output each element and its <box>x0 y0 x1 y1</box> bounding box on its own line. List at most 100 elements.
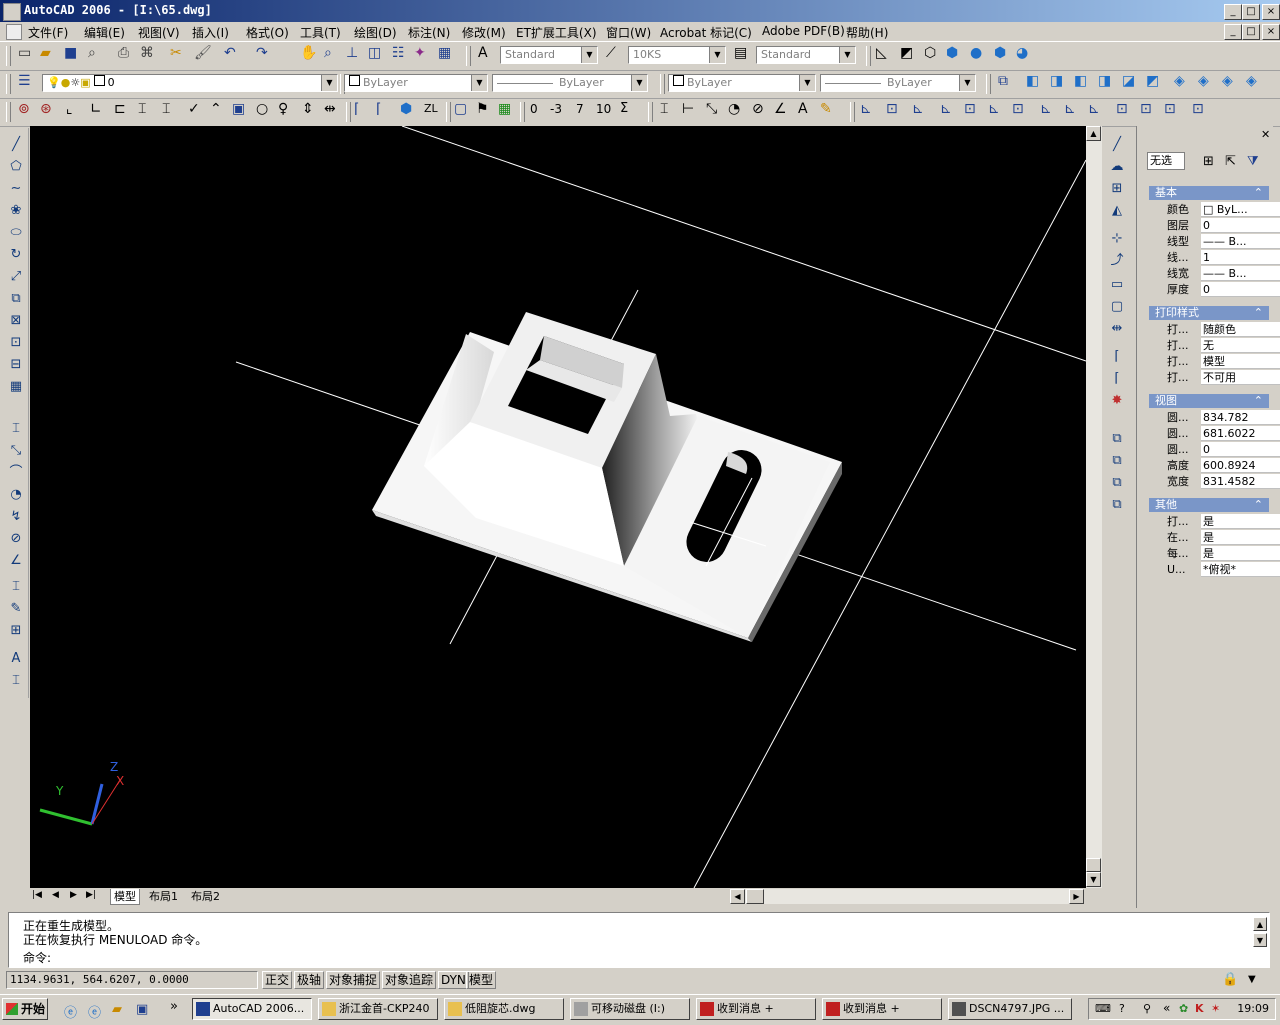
tolerance-icon[interactable]: ⊞ <box>7 622 25 640</box>
save-icon[interactable]: ■ <box>64 44 77 62</box>
layer-combo[interactable]: 💡●☼▣ 0 ▼ <box>42 74 338 92</box>
spline-icon[interactable]: ∼ <box>7 180 25 198</box>
task-message-2[interactable]: 收到消息 + <box>822 998 942 1020</box>
otrack-button[interactable]: 对象追踪 <box>382 971 437 989</box>
property-row[interactable]: 打... 模型 <box>1167 354 1280 369</box>
property-section-header[interactable]: 视图 ⌃ <box>1149 394 1269 408</box>
property-section-header[interactable]: 打印样式 ⌃ <box>1149 306 1269 320</box>
draworder-under-icon[interactable]: ⧉ <box>1108 496 1126 514</box>
property-value[interactable]: 是 <box>1201 546 1280 561</box>
tab-prev-icon[interactable]: ◀ <box>52 890 59 900</box>
doc-close-button[interactable]: × <box>1262 24 1280 40</box>
property-row[interactable]: 圆... 0 <box>1167 442 1280 457</box>
qleader-icon[interactable]: ✎ <box>7 600 25 618</box>
cmd-scroll-up-icon[interactable]: ▲ <box>1253 917 1267 931</box>
open-folder-icon[interactable]: ▰ <box>40 44 51 62</box>
scroll-right-icon[interactable]: ▶ <box>1069 889 1084 904</box>
tab-model[interactable]: 模型 <box>110 889 140 905</box>
media-icon[interactable]: ▣ <box>136 1002 148 1017</box>
ray-icon[interactable]: ╱ <box>1108 136 1126 154</box>
ucs-face-icon[interactable]: ⊾ <box>912 100 924 118</box>
property-row[interactable]: 每... 是 <box>1167 546 1280 561</box>
snap-intersection-icon[interactable]: ⊏ <box>114 100 126 118</box>
tray-expand[interactable]: « <box>1163 1001 1170 1015</box>
polar-button[interactable]: 极轴 <box>294 971 325 989</box>
ucs-object-icon[interactable]: ⊾ <box>940 100 952 118</box>
table-style-combo[interactable]: Standard ▼ <box>756 46 856 64</box>
undo-icon[interactable]: ↶ <box>224 44 236 62</box>
property-row[interactable]: 线型 —— B... <box>1167 234 1280 249</box>
menu-modify[interactable]: 修改(M) <box>462 24 506 41</box>
property-value[interactable]: 600.8924 <box>1201 458 1280 473</box>
outlook-icon[interactable]: ⓔ <box>88 1002 101 1021</box>
ucs-named-icon[interactable]: ⊡ <box>1164 100 1176 118</box>
tab-next-icon[interactable]: ▶ <box>70 890 77 900</box>
tray-connection-icon[interactable]: ⚲ <box>1143 1002 1151 1015</box>
status-menu-icon[interactable]: ▼ <box>1248 974 1256 985</box>
new-file-icon[interactable]: ▭ <box>18 44 31 62</box>
property-value[interactable]: 随颜色 <box>1201 322 1280 337</box>
lineweight-combo[interactable]: ByLayer ▼ <box>668 74 816 92</box>
cmd-scroll-down-icon[interactable]: ▼ <box>1253 933 1267 947</box>
property-value[interactable]: —— B... <box>1201 234 1280 249</box>
collapse-chevron-icon[interactable]: ⌃ <box>1254 186 1263 200</box>
doc-icon[interactable] <box>6 24 22 40</box>
temp-track-icon[interactable]: ⊚ <box>18 100 30 118</box>
property-value[interactable]: 是 <box>1201 530 1280 545</box>
menu-edit[interactable]: 编辑(E) <box>84 24 125 41</box>
toolbar-grip-layers[interactable] <box>6 74 11 94</box>
tray-help-icon[interactable]: ? <box>1119 1002 1125 1015</box>
angular-dim-icon[interactable]: ∠ <box>7 552 25 570</box>
sum-icon[interactable]: Σ <box>620 100 628 118</box>
ucs-icon[interactable]: ⊥ <box>346 44 358 62</box>
command-window[interactable]: 正在重生成模型。 正在恢复执行 MENULOAD 命令。 命令: ▲ ▼ <box>8 912 1270 968</box>
scale-icon[interactable]: ⤢ <box>7 268 25 286</box>
dim-radius-icon[interactable]: ◔ <box>728 100 740 118</box>
property-row[interactable]: 圆... 834.782 <box>1167 410 1280 425</box>
ucs-x-icon[interactable]: ⊾ <box>1064 100 1076 118</box>
property-row[interactable]: 线宽 —— B... <box>1167 266 1280 281</box>
property-row[interactable]: 宽度 831.4582 <box>1167 474 1280 489</box>
menu-adobe-pdf[interactable]: Adobe PDF(B) <box>762 24 845 38</box>
menu-file[interactable]: 文件(F) <box>28 24 68 41</box>
dim-diameter-icon[interactable]: ⊘ <box>752 100 764 118</box>
property-row[interactable]: 圆... 681.6022 <box>1167 426 1280 441</box>
property-value[interactable]: 831.4582 <box>1201 474 1280 489</box>
ucs-manager-icon[interactable]: ⊡ <box>1192 100 1204 118</box>
menu-dimension[interactable]: 标注(N) <box>408 24 450 41</box>
trim-icon[interactable]: ⊡ <box>7 334 25 352</box>
stretch-icon[interactable]: ⊠ <box>7 312 25 330</box>
linetype-combo[interactable]: ByLayer ▼ <box>492 74 648 92</box>
dim-update-icon[interactable]: ⌶ <box>7 672 25 690</box>
se-iso-icon[interactable]: ◈ <box>1198 72 1209 90</box>
fillet-icon[interactable]: ⌈ <box>354 100 359 118</box>
ellipse-icon[interactable]: ⬭ <box>7 224 25 242</box>
selection-dropdown[interactable]: 无选 <box>1147 152 1185 170</box>
render-icon[interactable]: ◕ <box>1016 44 1028 62</box>
property-value[interactable]: *俯视* <box>1201 562 1280 577</box>
table-style-icon[interactable]: ▤ <box>734 44 747 62</box>
publish-icon[interactable]: ⌘ <box>140 44 154 62</box>
property-row[interactable]: 图层 0 <box>1167 218 1280 233</box>
dim-angular-icon[interactable]: ∠ <box>774 100 787 118</box>
property-section-header[interactable]: 其他 ⌃ <box>1149 498 1269 512</box>
property-value[interactable]: 681.6022 <box>1201 426 1280 441</box>
property-value[interactable]: 834.782 <box>1201 410 1280 425</box>
doc-minimize-button[interactable]: _ <box>1224 24 1242 40</box>
dim-linear-icon[interactable]: ⌶ <box>660 100 668 118</box>
ucs-prev-icon[interactable]: ⊡ <box>886 100 898 118</box>
extend-icon[interactable]: ⊟ <box>7 356 25 374</box>
toolbar-grip-styles[interactable] <box>466 46 471 66</box>
color-combo[interactable]: ByLayer ▼ <box>344 74 488 92</box>
dim-value-1[interactable]: -3 <box>550 100 562 118</box>
tray-network-icon[interactable]: ⌨ <box>1095 1002 1111 1015</box>
task-message-1[interactable]: 收到消息 + <box>696 998 816 1020</box>
property-row[interactable]: U... *俯视* <box>1167 562 1280 577</box>
scroll-up-icon[interactable]: ▲ <box>1086 126 1101 141</box>
linear-dim-icon[interactable]: ⌶ <box>7 420 25 438</box>
property-value[interactable]: 不可用 <box>1201 370 1280 385</box>
diameter-dim-icon[interactable]: ⊘ <box>7 530 25 548</box>
redo-icon[interactable]: ↷ <box>256 44 268 62</box>
print-preview-icon[interactable]: ⌕ <box>88 44 96 62</box>
dim-value-0[interactable]: 0 <box>530 100 538 118</box>
